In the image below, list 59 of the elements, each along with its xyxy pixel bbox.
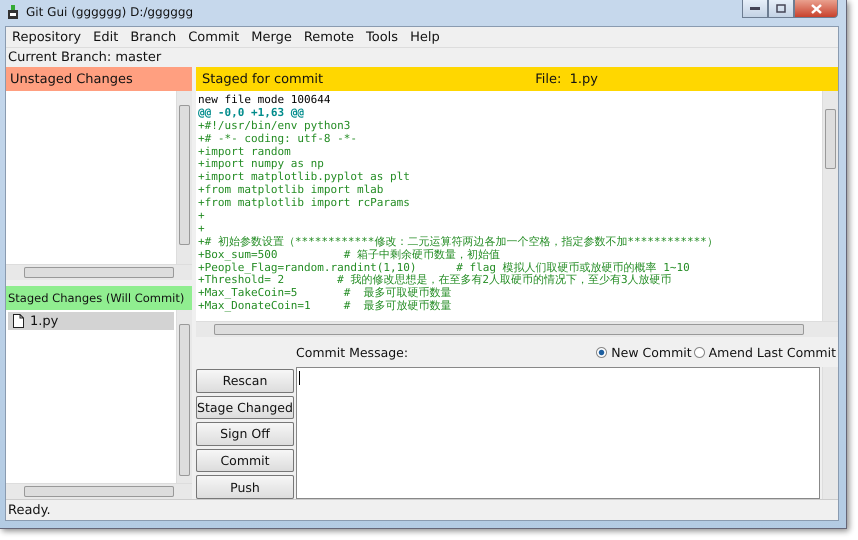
diff-title: Staged for commit bbox=[202, 72, 324, 86]
staged-header: Staged Changes (Will Commit) bbox=[6, 286, 192, 310]
window-title: Git Gui (gggggg) D:/gggggg bbox=[26, 5, 194, 19]
diff-line: +import random bbox=[198, 146, 292, 158]
diff-line: +#!/usr/bin/env python3 bbox=[198, 120, 352, 133]
scrollbar[interactable] bbox=[822, 91, 838, 321]
commit-type-radio[interactable]: New Commit bbox=[596, 344, 692, 360]
menu-item[interactable]: Remote bbox=[298, 30, 360, 44]
menu-item[interactable]: Branch bbox=[124, 30, 182, 44]
diff-line: +Max_DonateCoin=1 # 最多可放硬币数量 bbox=[198, 300, 453, 314]
file-label: File: 1.py bbox=[535, 72, 598, 86]
menu-item[interactable]: Merge bbox=[245, 30, 298, 44]
maximize-button[interactable] bbox=[768, 0, 794, 18]
action-button[interactable]: Stage Changed bbox=[196, 396, 294, 420]
scrollbar[interactable] bbox=[176, 91, 192, 264]
menu-item[interactable]: Repository bbox=[6, 30, 88, 44]
file-icon bbox=[13, 314, 24, 328]
status-bar: Ready. bbox=[6, 499, 838, 520]
maximize-icon bbox=[776, 4, 786, 13]
diff-line: new file mode 100644 bbox=[198, 94, 332, 107]
diff-line: +# -*- coding: utf-8 -*- bbox=[198, 132, 358, 146]
current-branch: Current Branch: master bbox=[7, 49, 162, 67]
minimize-button[interactable] bbox=[742, 0, 768, 18]
file-item[interactable]: 1.py bbox=[8, 312, 174, 330]
commit-message-label: Commit Message: bbox=[296, 344, 408, 360]
diff-line: +# 初始参数设置（************修改：二元运算符两边各加一个空格，指定参数不加************） bbox=[198, 236, 719, 248]
diff-view[interactable] bbox=[196, 91, 822, 321]
action-button[interactable]: Sign Off bbox=[196, 422, 294, 446]
scrollbar[interactable] bbox=[196, 321, 838, 337]
scrollbar[interactable] bbox=[6, 483, 192, 499]
close-icon bbox=[810, 4, 822, 14]
diff-line: +from matplotlib import mlab bbox=[198, 184, 384, 198]
diff-line: +import numpy as np bbox=[198, 158, 325, 172]
diff-line: + bbox=[198, 222, 206, 236]
diff-line: +import matplotlib.pyplot as plt bbox=[198, 171, 411, 184]
app-icon bbox=[6, 4, 20, 20]
diff-line: +Threshold= 2 # 我的修改思想是，在至多有2人取硬币的情况下，至少有3人放硬币 bbox=[198, 274, 673, 287]
diff-line: +from matplotlib import rcParams bbox=[198, 197, 411, 210]
diff-line: + bbox=[198, 210, 206, 223]
commit-message-field[interactable] bbox=[296, 367, 820, 499]
diff-line: @@ -0,0 +1,63 @@ bbox=[198, 106, 305, 120]
close-button[interactable] bbox=[794, 0, 838, 18]
commit-type-radio[interactable]: Amend Last Commit bbox=[694, 344, 836, 360]
scrollbar[interactable] bbox=[822, 367, 838, 499]
diff-line: +People_Flag=random.randint(1,10) # flag 模拟人们取硬币或放硬币的概率 1~10 bbox=[198, 262, 691, 274]
action-button[interactable]: Rescan bbox=[196, 369, 294, 393]
scrollbar[interactable] bbox=[176, 310, 192, 483]
scrollbar[interactable] bbox=[6, 264, 192, 280]
diff-line: +Box_sum=500 # 箱子中剩余硬币数量，初始值 bbox=[198, 248, 501, 262]
action-button[interactable]: Push bbox=[196, 475, 294, 499]
menu-item[interactable]: Help bbox=[404, 30, 446, 44]
staged-list[interactable]: 1.py bbox=[6, 310, 176, 483]
menu-item[interactable]: Edit bbox=[87, 30, 124, 44]
minimize-icon bbox=[750, 6, 760, 10]
unstaged-header: Unstaged Changes bbox=[6, 67, 192, 91]
menu-item[interactable]: Tools bbox=[360, 30, 404, 44]
menu-item[interactable]: Commit bbox=[182, 30, 246, 44]
action-button[interactable]: Commit bbox=[196, 448, 294, 472]
diff-line: +Max_TakeCoin=5 # 最多可取硬币数量 bbox=[198, 287, 453, 300]
